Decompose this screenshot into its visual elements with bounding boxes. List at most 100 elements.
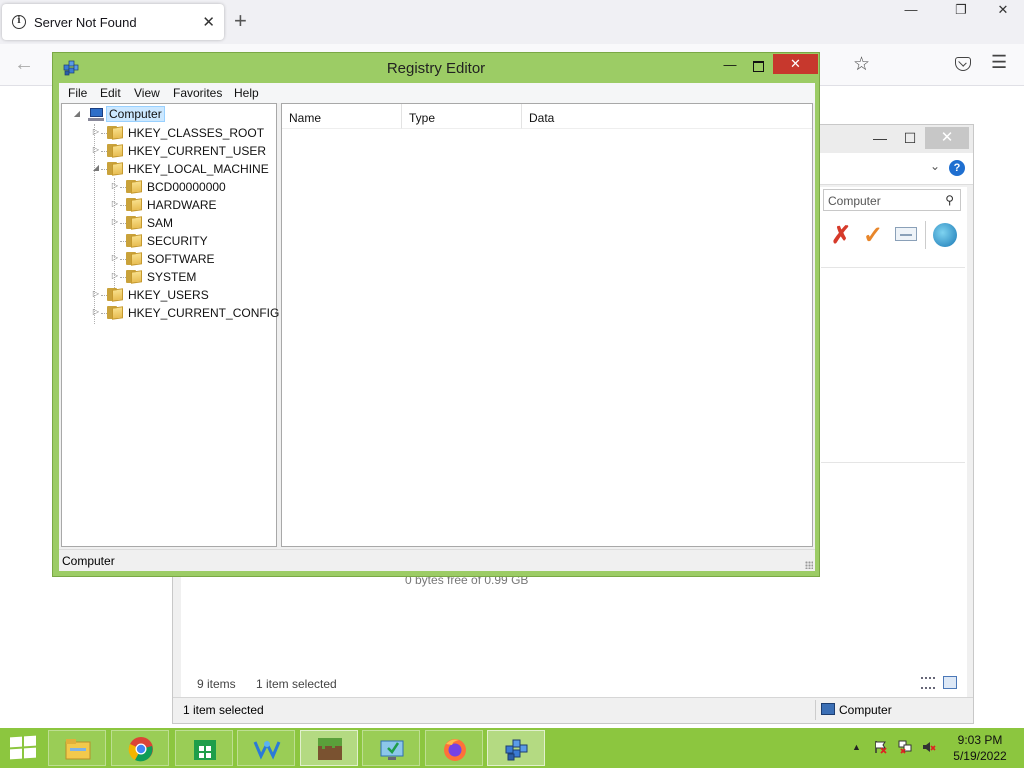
tree-node-system[interactable]: ▷ SYSTEM bbox=[110, 268, 270, 286]
column-header-data[interactable]: Data bbox=[522, 104, 812, 129]
column-header-name[interactable]: Name bbox=[282, 104, 402, 129]
large-icons-view-icon[interactable] bbox=[943, 676, 957, 689]
back-button[interactable]: ← bbox=[14, 53, 34, 76]
tree-node-hardware[interactable]: ▷ HARDWARE bbox=[110, 196, 270, 214]
tree-node-sam[interactable]: ▷ SAM bbox=[110, 214, 270, 232]
tree-node-hkey-current-user[interactable]: ▷ HKEY_CURRENT_USER bbox=[91, 142, 271, 160]
clock-time[interactable]: 9:03 PM bbox=[950, 733, 1010, 747]
expand-arrow-icon[interactable]: ▷ bbox=[91, 289, 101, 298]
expand-arrow-icon[interactable]: ▷ bbox=[110, 199, 120, 208]
menu-help[interactable]: Help bbox=[234, 86, 259, 100]
check-icon[interactable]: ✓ bbox=[863, 221, 883, 250]
browser-minimize-button[interactable]: — bbox=[896, 2, 926, 17]
explorer-minimize-button[interactable]: — bbox=[865, 127, 895, 149]
tree-node-label: SECURITY bbox=[147, 234, 208, 248]
app-menu-button[interactable]: ☰ bbox=[991, 52, 1007, 73]
clock-date[interactable]: 5/19/2022 bbox=[950, 749, 1010, 763]
mail-icon[interactable] bbox=[895, 227, 917, 241]
remote-app-icon bbox=[380, 740, 404, 760]
expand-arrow-icon[interactable]: ▷ bbox=[91, 307, 101, 316]
show-hidden-icons-button[interactable]: ▲ bbox=[852, 742, 861, 752]
tree-node-security[interactable]: SECURITY bbox=[110, 232, 270, 250]
taskbar: ▲ 9:03 PM 5/19/2022 bbox=[0, 728, 1024, 768]
expand-arrow-icon[interactable]: ▷ bbox=[110, 217, 120, 226]
browser-restore-button[interactable]: ❐ bbox=[946, 2, 976, 18]
tree-node-computer[interactable]: ◢ Computer bbox=[72, 106, 272, 124]
tab-title: Server Not Found bbox=[34, 15, 137, 30]
regedit-menubar: File Edit View Favorites Help bbox=[59, 83, 815, 103]
browser-close-button[interactable]: ✕ bbox=[988, 2, 1018, 18]
registry-tree: ◢ Computer ▷ HKEY_CLASSES_ROOT ▷ HKEY_CU… bbox=[61, 103, 279, 547]
globe-icon[interactable] bbox=[933, 223, 957, 247]
search-icon[interactable]: ⚲ bbox=[945, 193, 954, 207]
browser-tabstrip: i Server Not Found ✕ + — ❐ ✕ bbox=[0, 0, 1024, 44]
help-icon[interactable]: ? bbox=[949, 160, 965, 176]
registry-values-list[interactable]: Name Type Data bbox=[281, 103, 813, 547]
computer-icon bbox=[88, 108, 104, 121]
explorer-close-button[interactable]: ✕ bbox=[925, 127, 969, 149]
menu-view[interactable]: View bbox=[134, 86, 160, 100]
column-header-type[interactable]: Type bbox=[402, 104, 522, 129]
taskbar-network-app[interactable] bbox=[237, 730, 295, 766]
taskbar-file-explorer[interactable] bbox=[48, 730, 106, 766]
regedit-body: ◢ Computer ▷ HKEY_CLASSES_ROOT ▷ HKEY_CU… bbox=[59, 103, 815, 549]
details-view-icon[interactable] bbox=[921, 677, 935, 689]
folder-icon bbox=[126, 216, 142, 230]
chrome-icon bbox=[128, 737, 153, 762]
taskbar-store[interactable] bbox=[175, 730, 233, 766]
taskbar-minecraft[interactable] bbox=[300, 730, 358, 766]
chevron-down-icon[interactable]: ⌄ bbox=[930, 159, 940, 173]
start-button[interactable] bbox=[10, 735, 38, 761]
tree-node-bcd[interactable]: ▷ BCD00000000 bbox=[110, 178, 270, 196]
taskbar-regedit[interactable] bbox=[487, 730, 545, 766]
delete-icon[interactable]: ✗ bbox=[831, 221, 851, 250]
explorer-maximize-button[interactable]: ☐ bbox=[895, 127, 925, 149]
menu-file[interactable]: File bbox=[68, 86, 87, 100]
tree-node-label: HKEY_CLASSES_ROOT bbox=[128, 126, 265, 140]
explorer-search-input[interactable]: Computer ⚲ bbox=[823, 189, 961, 211]
tab-close-icon[interactable]: ✕ bbox=[202, 13, 215, 31]
expand-arrow-icon[interactable]: ▷ bbox=[91, 145, 101, 154]
regedit-close-button[interactable]: ✕ bbox=[773, 54, 818, 74]
expand-arrow-icon[interactable]: ▷ bbox=[110, 181, 120, 190]
pocket-icon[interactable] bbox=[955, 57, 971, 71]
folder-icon bbox=[126, 180, 142, 194]
resize-grip-icon[interactable] bbox=[805, 561, 813, 569]
folder-icon bbox=[126, 198, 142, 212]
menu-favorites[interactable]: Favorites bbox=[173, 86, 222, 100]
network-icon[interactable] bbox=[898, 740, 912, 754]
taskbar-remote-app[interactable] bbox=[362, 730, 420, 766]
expand-arrow-icon[interactable]: ▷ bbox=[110, 253, 120, 262]
collapse-arrow-icon[interactable]: ◢ bbox=[72, 109, 82, 118]
network-app-icon bbox=[253, 740, 281, 760]
explorer-toolbar: ✗ ✓ bbox=[829, 221, 963, 251]
tree-node-hkey-classes-root[interactable]: ▷ HKEY_CLASSES_ROOT bbox=[91, 124, 271, 142]
tree-node-hkey-current-config[interactable]: ▷ HKEY_CURRENT_CONFIG bbox=[91, 304, 279, 322]
tree-node-hkey-local-machine[interactable]: ◢ HKEY_LOCAL_MACHINE bbox=[91, 160, 271, 178]
toolbar-divider bbox=[925, 221, 926, 249]
expand-arrow-icon[interactable]: ▷ bbox=[110, 271, 120, 280]
new-tab-button[interactable]: + bbox=[234, 8, 247, 34]
regedit-titlebar[interactable]: Registry Editor — ✕ bbox=[53, 53, 819, 83]
windows-logo-pane bbox=[24, 735, 36, 747]
divider bbox=[821, 267, 965, 268]
explorer-statusbar: 1 item selected Computer bbox=[173, 697, 973, 723]
tree-node-label: HARDWARE bbox=[147, 198, 217, 212]
folder-icon bbox=[107, 306, 123, 320]
tree-node-software[interactable]: ▷ SOFTWARE bbox=[110, 250, 270, 268]
tree-node-label: SAM bbox=[147, 216, 174, 230]
expand-arrow-icon[interactable]: ▷ bbox=[91, 127, 101, 136]
action-center-icon[interactable] bbox=[874, 740, 888, 754]
tree-node-hkey-users[interactable]: ▷ HKEY_USERS bbox=[91, 286, 271, 304]
folder-icon bbox=[107, 288, 123, 302]
regedit-minimize-button[interactable]: — bbox=[717, 56, 743, 76]
bookmark-star-icon[interactable]: ☆ bbox=[853, 53, 870, 76]
taskbar-firefox[interactable] bbox=[425, 730, 483, 766]
volume-muted-icon[interactable] bbox=[922, 740, 936, 754]
collapse-arrow-icon[interactable]: ◢ bbox=[91, 163, 101, 172]
regedit-maximize-button[interactable] bbox=[745, 56, 771, 76]
divider bbox=[821, 462, 965, 463]
taskbar-chrome[interactable] bbox=[111, 730, 169, 766]
browser-tab[interactable]: i Server Not Found ✕ bbox=[2, 4, 224, 40]
menu-edit[interactable]: Edit bbox=[100, 86, 121, 100]
